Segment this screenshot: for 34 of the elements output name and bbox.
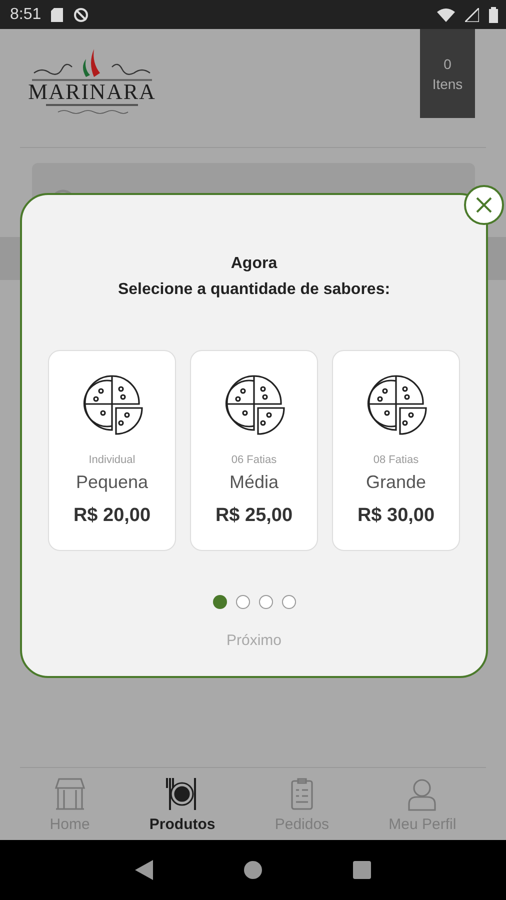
close-button[interactable] — [464, 185, 504, 225]
battery-icon — [489, 6, 498, 22]
close-icon — [476, 197, 492, 213]
back-icon[interactable] — [135, 860, 154, 880]
size-name: Média — [229, 472, 279, 493]
slice-count: 08 Fatias — [373, 454, 419, 466]
status-time: 8:51 — [10, 6, 42, 24]
price: R$ 25,00 — [215, 505, 293, 527]
size-option-card[interactable]: 08 Fatias Grande R$ 30,00 — [332, 350, 460, 551]
wifi-icon — [437, 8, 455, 22]
cart-count: 0 — [444, 56, 452, 72]
slice-count: 06 Fatias — [231, 454, 277, 466]
signal-icon — [465, 8, 479, 22]
recents-icon[interactable] — [352, 861, 371, 879]
size-name: Grande — [366, 472, 426, 493]
home-icon[interactable] — [244, 861, 262, 879]
size-name: Pequena — [76, 472, 148, 493]
sync-off-icon — [73, 6, 90, 22]
slice-count: Individual — [88, 454, 136, 466]
pizza-icon — [81, 373, 143, 435]
size-option-card[interactable]: Individual Pequena R$ 20,00 — [48, 350, 176, 551]
nav-tab[interactable]: Produtos — [149, 776, 216, 832]
pizza-icon — [223, 373, 285, 435]
price: R$ 20,00 — [73, 505, 151, 527]
modal-subtitle: Selecione a quantidade de sabores: — [118, 281, 390, 299]
logo-text: MARINARA — [28, 81, 156, 103]
price: R$ 30,00 — [357, 505, 435, 527]
pizza-icon — [365, 373, 427, 435]
size-option-card[interactable]: 06 Fatias Média R$ 25,00 — [190, 350, 318, 551]
cart-button[interactable]: 0 Itens — [420, 29, 475, 118]
sd-card-icon — [51, 8, 64, 22]
cart-label: Itens — [432, 76, 463, 92]
modal-title: Agora — [230, 255, 278, 273]
logo-flourish-icon — [32, 47, 152, 81]
